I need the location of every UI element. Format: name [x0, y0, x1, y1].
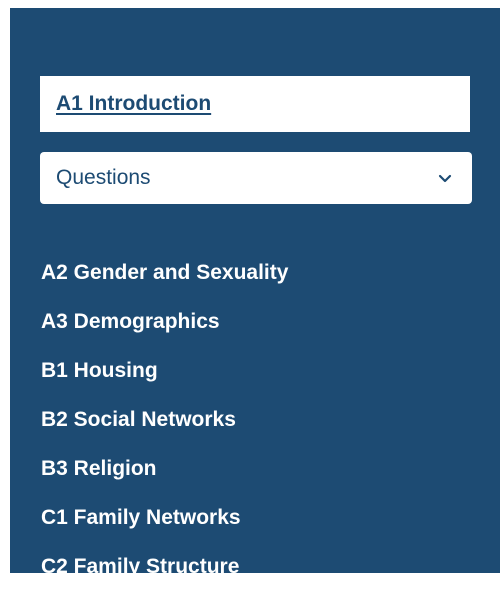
section-select[interactable]: Questions — [40, 152, 472, 204]
sidebar-item-c2[interactable]: C2 Family Structure — [41, 542, 288, 591]
current-section-box: A1 Introduction — [40, 76, 470, 132]
section-select-value: Questions — [56, 166, 151, 189]
sidebar-nav: A1 Introduction Questions A2 Gender and … — [10, 8, 500, 578]
sidebar-item-b3[interactable]: B3 Religion — [41, 444, 288, 493]
page-frame: A1 Introduction Questions A2 Gender and … — [0, 0, 500, 578]
sidebar-item-b2[interactable]: B2 Social Networks — [41, 395, 288, 444]
chevron-down-icon — [436, 169, 454, 187]
current-section-link[interactable]: A1 Introduction — [56, 92, 211, 116]
sidebar-item-a3[interactable]: A3 Demographics — [41, 297, 288, 346]
sidebar-item-a2[interactable]: A2 Gender and Sexuality — [41, 248, 288, 297]
sidebar-item-c1[interactable]: C1 Family Networks — [41, 493, 288, 542]
sidebar-item-b1[interactable]: B1 Housing — [41, 346, 288, 395]
section-list: A2 Gender and Sexuality A3 Demographics … — [41, 248, 288, 591]
